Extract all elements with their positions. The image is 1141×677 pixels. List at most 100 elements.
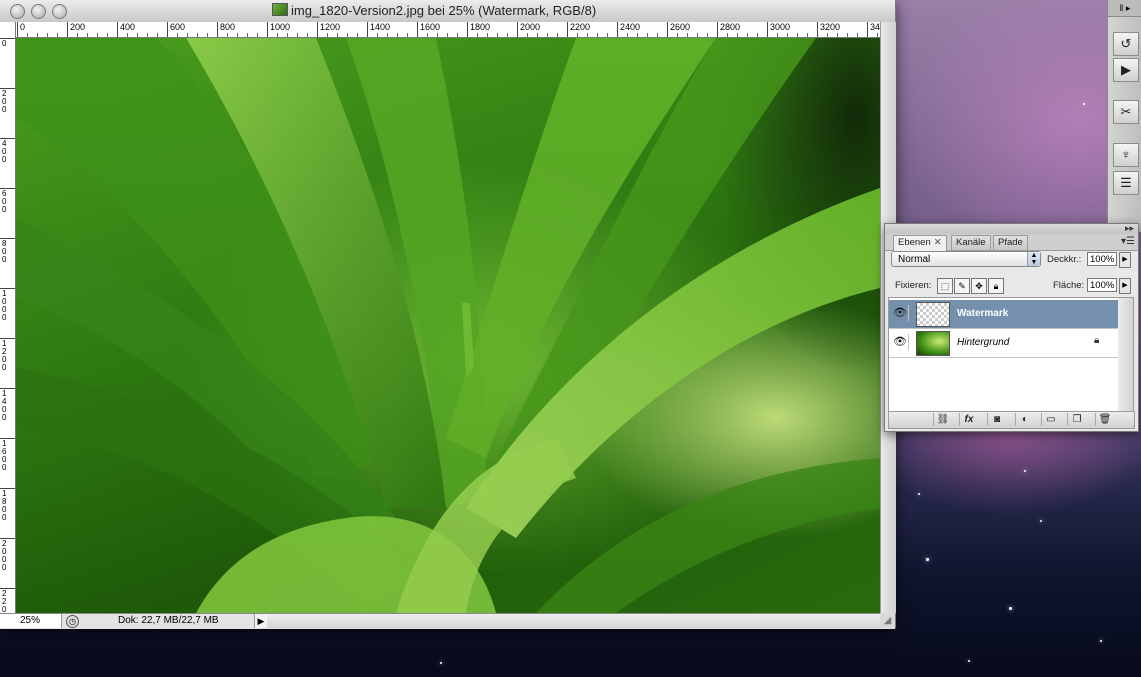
layer-row-watermark[interactable]: 👁︎ Watermark <box>889 300 1118 329</box>
trash-icon[interactable]: 🗑︎ <box>1095 413 1114 426</box>
opacity-field[interactable]: 100% <box>1087 252 1117 266</box>
eye-icon[interactable]: 👁︎ <box>892 305 909 321</box>
ruler-tick: 800 <box>217 22 235 37</box>
minimize-button[interactable] <box>31 4 46 19</box>
ruler-minor-tick <box>797 33 798 37</box>
lock-label: Fixieren: <box>895 280 932 291</box>
ruler-label: 2400 <box>620 22 641 32</box>
tools-preset-icon[interactable]: ✂ <box>1113 100 1139 124</box>
ruler-tick: 1400 <box>0 388 15 439</box>
link-icon[interactable]: ⛓ <box>933 413 952 426</box>
ruler-minor-tick <box>647 33 648 37</box>
tab-label: Kanäle <box>956 237 986 248</box>
vertical-ruler[interactable]: 0 200 400 600 800 1000 1200 1400 1600 1800 2000 220… <box>0 37 16 613</box>
eye-icon[interactable]: 👁︎ <box>892 334 909 350</box>
image-canvas[interactable] <box>16 38 880 613</box>
blend-mode-select[interactable]: Normal ▲ ▼ <box>891 251 1041 267</box>
status-menu-arrow[interactable]: ▶ <box>254 614 268 628</box>
ruler-label: 2800 <box>720 22 741 32</box>
ruler-minor-tick <box>257 33 258 37</box>
ruler-origin[interactable] <box>0 22 16 38</box>
ruler-minor-tick <box>687 33 688 37</box>
tab-ebenen[interactable]: Ebenen ✕ <box>893 235 947 251</box>
ruler-label: 1800 <box>2 489 7 522</box>
ruler-label: 1800 <box>470 22 491 32</box>
layer-comps-icon[interactable]: ☰ <box>1113 171 1139 195</box>
layer-thumbnail <box>916 302 950 327</box>
ruler-label: 2000 <box>2 539 7 572</box>
lock-transparent-icon[interactable]: ⬚ <box>937 278 953 294</box>
actions-icon[interactable]: ▶ <box>1113 58 1139 82</box>
close-icon[interactable]: ✕ <box>934 237 942 248</box>
ruler-label: 3200 <box>820 22 841 32</box>
ruler-minor-tick <box>27 33 28 37</box>
title-bar[interactable]: img_1820-Version2.jpg bei 25% (Watermark… <box>0 0 895 23</box>
clone-source-icon[interactable]: ♆ <box>1113 143 1139 167</box>
dock-grip-icon[interactable]: ‖ ▸ <box>1108 0 1141 17</box>
status-info-icon[interactable]: ◷ <box>66 615 79 628</box>
ruler-minor-tick <box>757 33 758 37</box>
ruler-minor-tick <box>657 33 658 37</box>
ruler-tick: 1800 <box>0 488 15 539</box>
zoom-button[interactable] <box>52 4 67 19</box>
document-size-info: Dok: 22,7 MB/22,7 MB <box>118 615 219 626</box>
ruler-tick: 200 <box>67 22 85 37</box>
ruler-minor-tick <box>147 33 148 37</box>
opacity-slider-arrow[interactable]: ▶ <box>1119 252 1131 268</box>
ruler-minor-tick <box>87 33 88 37</box>
ruler-label: 1400 <box>370 22 391 32</box>
ruler-minor-tick <box>537 33 538 37</box>
resize-grip-icon[interactable]: ◢ <box>880 613 895 628</box>
close-button[interactable] <box>10 4 25 19</box>
fill-slider-arrow[interactable]: ▶ <box>1119 278 1131 294</box>
ruler-label: 600 <box>2 189 7 214</box>
zoom-field[interactable]: 25% <box>0 614 62 628</box>
document-title: img_1820-Version2.jpg bei 25% (Watermark… <box>272 3 596 18</box>
panel-menu-icon[interactable]: ▾☰ <box>1121 236 1135 247</box>
fill-field[interactable]: 100% <box>1087 278 1117 292</box>
adjustment-icon[interactable]: ◐ <box>1015 413 1034 426</box>
ruler-minor-tick <box>827 33 828 37</box>
ruler-minor-tick <box>387 33 388 37</box>
layer-name[interactable]: Watermark <box>957 308 1008 319</box>
ruler-minor-tick <box>397 33 398 37</box>
lock-image-icon[interactable]: ✎ <box>954 278 970 294</box>
ruler-minor-tick <box>207 33 208 37</box>
ruler-minor-tick <box>407 33 408 37</box>
ruler-minor-tick <box>737 33 738 37</box>
lock-all-icon[interactable]: 🔒︎ <box>988 278 1004 294</box>
collapse-icon[interactable]: ▸▸ <box>1125 223 1134 234</box>
ruler-minor-tick <box>107 33 108 37</box>
ruler-label: 800 <box>2 239 7 264</box>
fx-icon[interactable]: fx <box>959 413 978 426</box>
ruler-minor-tick <box>47 33 48 37</box>
star <box>926 558 929 561</box>
history-icon[interactable]: ↺ <box>1113 32 1139 56</box>
ruler-minor-tick <box>427 33 428 37</box>
ruler-minor-tick <box>877 33 878 37</box>
ruler-tick: 1600 <box>0 438 15 489</box>
panel-dock: ‖ ▸ ↺ ▶ ✂ ♆ ☰ <box>1107 0 1141 232</box>
tab-pfade[interactable]: Pfade <box>993 235 1028 250</box>
star <box>1100 640 1102 642</box>
layer-name[interactable]: Hintergrund <box>957 337 1009 348</box>
lock-position-icon[interactable]: ✥ <box>971 278 987 294</box>
ruler-tick: 0 <box>17 22 25 37</box>
horizontal-scrollbar[interactable] <box>267 614 880 628</box>
ruler-minor-tick <box>837 33 838 37</box>
ruler-label: 800 <box>220 22 236 32</box>
ruler-minor-tick <box>677 33 678 37</box>
ruler-minor-tick <box>57 33 58 37</box>
ruler-label: 3000 <box>770 22 791 32</box>
folder-icon[interactable]: ▭ <box>1041 413 1060 426</box>
layers-scrollbar[interactable] <box>1118 297 1134 412</box>
horizontal-ruler[interactable]: 0 200 400 600 800 1000 1200 1400 1600 1800 2000 220… <box>16 22 880 38</box>
mask-icon[interactable]: ◙ <box>987 413 1006 426</box>
new-layer-icon[interactable]: ❐ <box>1067 413 1086 426</box>
ruler-minor-tick <box>37 33 38 37</box>
ruler-label: 2200 <box>570 22 591 32</box>
ruler-minor-tick <box>627 33 628 37</box>
ruler-minor-tick <box>577 33 578 37</box>
layer-row-hintergrund[interactable]: 👁︎ Hintergrund 🔒︎ <box>889 329 1118 358</box>
tab-kanaele[interactable]: Kanäle <box>951 235 991 250</box>
